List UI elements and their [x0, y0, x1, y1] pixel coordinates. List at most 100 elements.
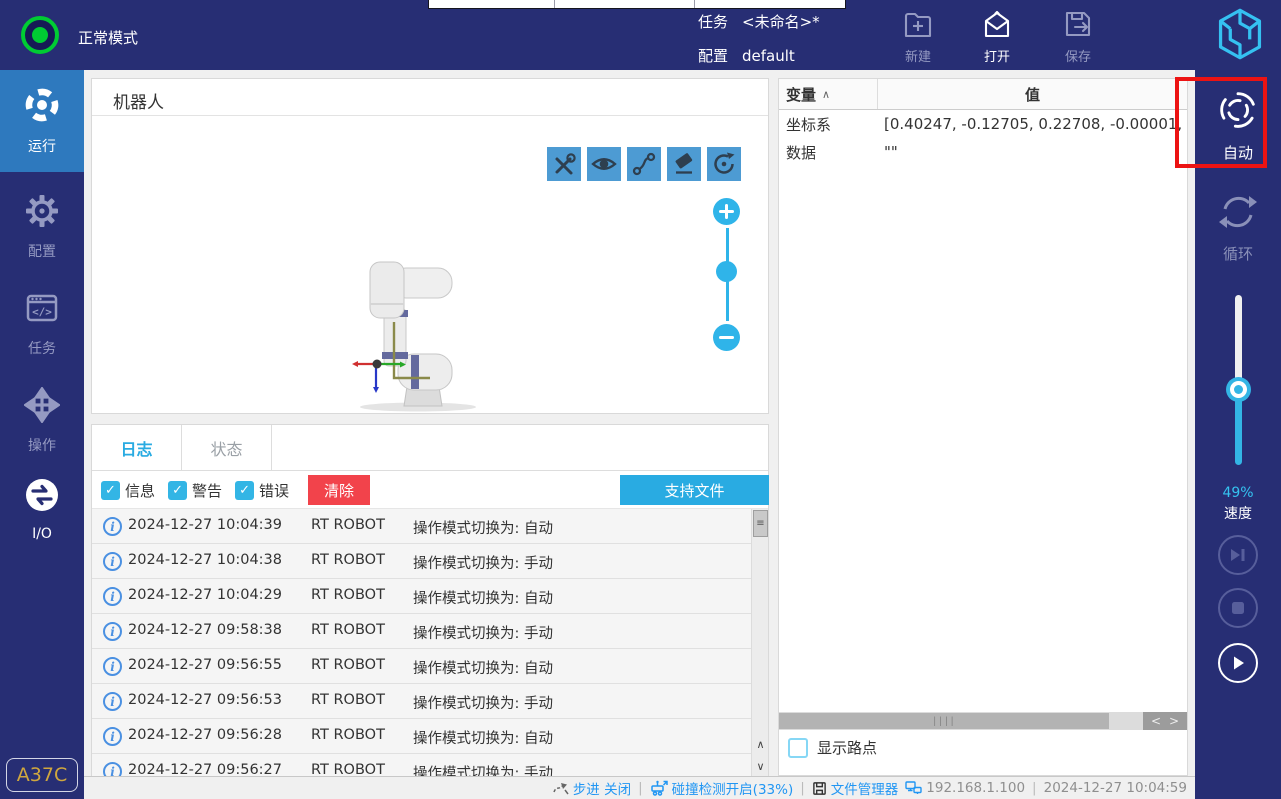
support-file-button[interactable]: 支持文件 [620, 475, 769, 505]
eraser-button[interactable] [667, 147, 701, 181]
speed-percent: 49% [1222, 485, 1254, 501]
play-button[interactable] [1218, 643, 1258, 683]
device-badge[interactable]: A37C [6, 758, 78, 792]
variable-row[interactable]: 坐标系 [0.40247, -0.12705, 0.22708, -0.0000… [779, 110, 1187, 138]
log-timestamp: 2024-12-27 10:04:29 [128, 587, 282, 603]
clear-log-button[interactable]: 清除 [308, 475, 370, 505]
log-source: RT ROBOT [311, 517, 385, 533]
sidebar-item-run[interactable]: 运行 [0, 70, 84, 172]
log-row[interactable]: i 2024-12-27 09:58:38 RT ROBOT 操作模式切换为: … [92, 614, 768, 649]
zoom-in-button[interactable] [713, 198, 740, 225]
collision-status[interactable]: 碰撞检测开启(33%) [650, 778, 793, 798]
log-row[interactable]: i 2024-12-27 09:56:27 RT ROBOT 操作模式切换为: … [92, 754, 768, 777]
tab-log[interactable]: 日志 [92, 425, 182, 470]
log-message: 操作模式切换为: 手动 [413, 696, 553, 712]
io-sync-icon [23, 476, 61, 518]
task-code-icon: </> [24, 290, 60, 330]
top-edge-widget [428, 0, 846, 9]
log-row[interactable]: i 2024-12-27 09:56:55 RT ROBOT 操作模式切换为: … [92, 649, 768, 684]
top-bar: 正常模式 任务 <未命名>* 配置 default 新建 打开 保存 [0, 0, 1281, 70]
show-waypoints-label: 显示路点 [817, 739, 878, 757]
column-header-value[interactable]: 值 [878, 79, 1187, 109]
log-filter-checkbox[interactable]: ✓ 错误 [235, 480, 289, 501]
new-task-button[interactable]: 新建 [886, 9, 950, 65]
log-message: 操作模式切换为: 自动 [413, 521, 553, 537]
log-filter-checkbox[interactable]: ✓ 警告 [168, 480, 222, 501]
log-scrollbar-thumb[interactable]: ≡ [753, 510, 768, 537]
robot-panel: 机器人 [91, 78, 769, 414]
robot-3d-view[interactable] [348, 260, 483, 416]
horizontal-scrollbar[interactable]: ││││ < > [779, 712, 1187, 730]
zoom-slider-handle[interactable] [716, 261, 737, 282]
log-source: RT ROBOT [311, 657, 385, 673]
scroll-down-icon[interactable]: ∨ [752, 755, 769, 777]
new-folder-icon [903, 12, 933, 43]
log-row[interactable]: i 2024-12-27 09:56:28 RT ROBOT 操作模式切换为: … [92, 719, 768, 754]
log-message: 操作模式切换为: 自动 [413, 661, 553, 677]
info-icon: i [103, 692, 122, 711]
sidebar-item-operate[interactable]: 操作 [0, 377, 84, 465]
checkbox-checked-icon[interactable]: ✓ [168, 480, 188, 500]
status-light-icon [21, 16, 59, 54]
log-list: i 2024-12-27 10:04:39 RT ROBOT 操作模式切换为: … [92, 509, 768, 777]
sidebar-item-task[interactable]: </> 任务 [0, 280, 84, 368]
sidebar-item-config[interactable]: 配置 [0, 183, 84, 271]
scroll-left-icon[interactable]: < [1151, 714, 1161, 728]
log-timestamp: 2024-12-27 10:04:38 [128, 552, 282, 568]
log-filter-checkbox[interactable]: ✓ 信息 [101, 480, 155, 501]
open-task-button[interactable]: 打开 [965, 9, 1029, 65]
log-timestamp: 2024-12-27 09:56:27 [128, 762, 282, 777]
task-config-block: 任务 <未命名>* 配置 default [698, 9, 820, 77]
show-waypoints-checkbox[interactable]: 显示路点 [788, 737, 877, 758]
log-row[interactable]: i 2024-12-27 10:04:38 RT ROBOT 操作模式切换为: … [92, 544, 768, 579]
log-timestamp: 2024-12-27 09:56:53 [128, 692, 282, 708]
log-filter-bar: ✓ 信息 ✓ 警告 ✓ 错误 清除 支持文件 [92, 471, 769, 509]
svg-text:</>: </> [32, 306, 52, 319]
variable-row[interactable]: 数据 "" [779, 138, 1187, 166]
log-scrollbar[interactable]: ≡ ∧ ∨ [751, 509, 768, 777]
log-row[interactable]: i 2024-12-27 09:56:53 RT ROBOT 操作模式切换为: … [92, 684, 768, 719]
save-task-button[interactable]: 保存 [1046, 9, 1110, 65]
checkbox-unchecked-icon[interactable] [788, 737, 808, 758]
speed-slider-handle[interactable] [1226, 377, 1251, 402]
status-bar: 步进 关闭 | 碰撞检测开启(33%) | 文件管理器 192.168.1.10… [84, 776, 1195, 799]
log-row[interactable]: i 2024-12-27 10:04:29 RT ROBOT 操作模式切换为: … [92, 579, 768, 614]
robot-panel-title: 机器人 [113, 93, 164, 113]
rotate-button[interactable] [707, 147, 741, 181]
config-name-value[interactable]: default [742, 43, 795, 69]
tab-status[interactable]: 状态 [182, 425, 272, 470]
checkbox-checked-icon[interactable]: ✓ [235, 480, 255, 500]
tools-button[interactable] [547, 147, 581, 181]
auto-mode-button[interactable]: 自动 [1195, 87, 1281, 163]
log-timestamp: 2024-12-27 10:04:39 [128, 517, 282, 533]
stop-button[interactable] [1218, 588, 1258, 628]
log-source: RT ROBOT [311, 587, 385, 603]
left-sidebar: 运行 配置 </> 任务 操作 I/O A37C [0, 70, 84, 799]
save-task-label: 保存 [1064, 50, 1091, 65]
checkbox-checked-icon[interactable]: ✓ [101, 480, 120, 500]
horizontal-scrollbar-thumb[interactable]: ││││ [779, 713, 1109, 729]
file-manager-button[interactable]: 文件管理器 [812, 778, 898, 798]
log-row[interactable]: i 2024-12-27 10:04:39 RT ROBOT 操作模式切换为: … [92, 509, 768, 544]
eye-button[interactable] [587, 147, 621, 181]
zoom-out-button[interactable] [713, 324, 740, 351]
separator: | [800, 780, 805, 796]
variable-value: [0.40247, -0.12705, 0.22708, -0.00001, -… [884, 115, 1187, 133]
step-forward-button[interactable] [1218, 535, 1258, 575]
scroll-right-icon[interactable]: > [1169, 714, 1179, 728]
separator: | [1032, 780, 1037, 796]
run-icon [23, 86, 61, 128]
sidebar-item-io[interactable]: I/O [0, 468, 84, 550]
separator: | [638, 780, 643, 796]
loop-button[interactable]: 循环 [1195, 190, 1281, 264]
task-name-value[interactable]: <未命名>* [742, 9, 820, 35]
log-message: 操作模式切换为: 自动 [413, 731, 553, 747]
loop-icon [1216, 190, 1260, 238]
scroll-up-icon[interactable]: ∧ [752, 733, 769, 755]
filter-label: 错误 [259, 481, 290, 500]
loop-label: 循环 [1222, 245, 1253, 263]
path-button[interactable] [627, 147, 661, 181]
network-address[interactable]: 192.168.1.100 [905, 780, 1025, 796]
column-header-variable[interactable]: 变量 ∧ [779, 79, 878, 109]
step-status[interactable]: 步进 关闭 [553, 778, 631, 798]
